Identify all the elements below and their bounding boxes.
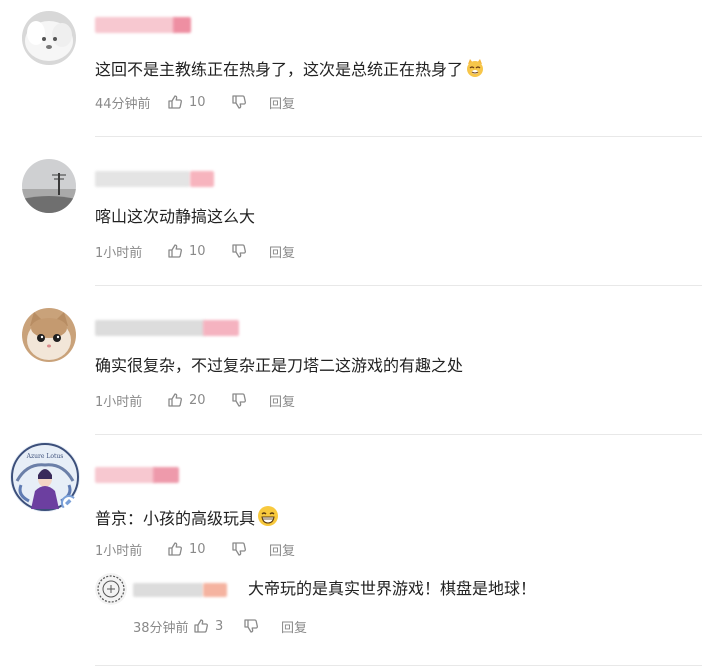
comment-time: 1小时前 <box>95 394 143 410</box>
comment-text: 这回不是主教练正在热身了，这次是总统正在热身了 <box>95 58 485 83</box>
like-button[interactable]: 20 <box>167 392 231 408</box>
thumbs-up-icon <box>168 95 182 109</box>
nested-reply: 大帝玩的是真实世界游戏！棋盘是地球！ 38分钟前 3 回复 <box>95 573 695 643</box>
thumbs-up-icon <box>194 619 208 633</box>
username-blurred[interactable] <box>133 583 233 597</box>
comment-text-content: 普京：小孩的高级玩具 <box>95 509 256 528</box>
like-button[interactable]: 10 <box>167 541 231 557</box>
dislike-button[interactable] <box>231 392 269 408</box>
anime-character-avatar-image: Azure Lotus <box>10 442 80 512</box>
comment-meta: 1小时前 10 回复 <box>95 540 295 559</box>
reply-time: 38分钟前 <box>133 620 189 636</box>
like-button[interactable]: 10 <box>167 94 231 110</box>
cat-face-emoji-icon <box>465 58 485 83</box>
like-button[interactable]: 3 <box>193 618 243 634</box>
thumbs-down-icon <box>232 542 246 556</box>
comment-meta: 1小时前 20 回复 <box>95 391 295 410</box>
comment-item: 这回不是主教练正在热身了，这次是总统正在热身了 44分钟前 10 回复 <box>0 0 702 137</box>
cat-avatar-image <box>22 308 76 362</box>
thumbs-down-icon <box>232 393 246 407</box>
username-blurred[interactable] <box>95 467 185 483</box>
reply-meta: 38分钟前 3 回复 <box>133 617 307 636</box>
dislike-button[interactable] <box>231 94 269 110</box>
username-blurred[interactable] <box>95 320 245 336</box>
dislike-button[interactable] <box>231 243 269 259</box>
like-count: 10 <box>189 94 206 110</box>
comment-time: 1小时前 <box>95 245 143 261</box>
thumbs-up-icon <box>168 393 182 407</box>
like-count: 20 <box>189 392 206 408</box>
comment-text: 确实很复杂，不过复杂正是刀塔二这游戏的有趣之处 <box>95 356 463 376</box>
white-dog-avatar-image <box>22 11 76 65</box>
grinning-face-emoji-icon <box>257 505 279 532</box>
comment-meta: 1小时前 10 回复 <box>95 242 295 261</box>
reply-button[interactable]: 回复 <box>269 540 295 559</box>
dislike-button[interactable] <box>243 618 281 634</box>
comment-text-content: 这回不是主教练正在热身了，这次是总统正在热身了 <box>95 60 464 79</box>
divider <box>95 665 702 666</box>
avatar-overlay-text: Azure Lotus <box>26 453 64 460</box>
reply-button[interactable]: 回复 <box>281 617 307 636</box>
thumbs-down-icon <box>244 619 258 633</box>
avatar[interactable] <box>95 573 127 605</box>
avatar[interactable] <box>22 308 76 362</box>
comment-text: 喀山这次动静搞这么大 <box>95 207 255 227</box>
comment-time: 44分钟前 <box>95 96 151 112</box>
like-count: 10 <box>189 541 206 557</box>
avatar[interactable] <box>22 159 76 213</box>
dislike-button[interactable] <box>231 541 269 557</box>
like-count: 3 <box>215 618 224 634</box>
thumbs-up-icon <box>168 244 182 258</box>
comment-text-content: 确实很复杂，不过复杂正是刀塔二这游戏的有趣之处 <box>95 356 464 375</box>
reply-text: 大帝玩的是真实世界游戏！棋盘是地球！ <box>248 579 537 598</box>
thumbs-up-icon <box>168 542 182 556</box>
like-button[interactable]: 10 <box>167 243 231 259</box>
foggy-landscape-avatar-image <box>22 159 76 213</box>
username-blurred[interactable] <box>95 171 220 187</box>
reply-button[interactable]: 回复 <box>269 93 295 112</box>
comment-time: 1小时前 <box>95 543 143 559</box>
comment-item: 喀山这次动静搞这么大 1小时前 10 回复 <box>0 137 702 286</box>
comment-item: 确实很复杂，不过复杂正是刀塔二这游戏的有趣之处 1小时前 20 回复 <box>0 286 702 435</box>
comment-item: Azure Lotus 普京：小孩的高级玩具 1小时前 10 回复 大帝玩的是真… <box>0 435 702 670</box>
comment-text: 普京：小孩的高级玩具 <box>95 505 279 532</box>
comment-meta: 44分钟前 10 回复 <box>95 93 295 112</box>
comment-text-content: 喀山这次动静搞这么大 <box>95 207 256 226</box>
like-count: 10 <box>189 243 206 259</box>
avatar[interactable] <box>22 11 76 65</box>
avatar[interactable]: Azure Lotus <box>9 441 81 513</box>
reply-button[interactable]: 回复 <box>269 242 295 261</box>
reply-button[interactable]: 回复 <box>269 391 295 410</box>
seal-avatar-image <box>95 573 127 605</box>
thumbs-down-icon <box>232 95 246 109</box>
username-blurred[interactable] <box>95 17 195 33</box>
thumbs-down-icon <box>232 244 246 258</box>
